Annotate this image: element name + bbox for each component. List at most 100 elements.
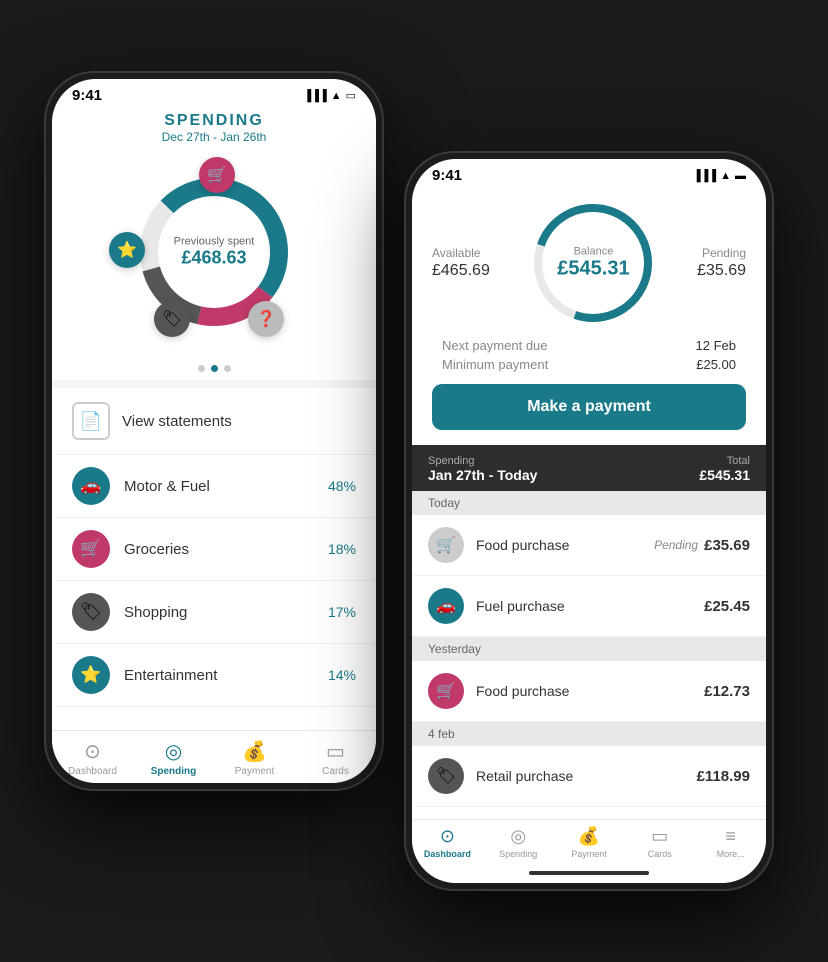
phone-spending: 9:41 ▐▐▐ ▲ ▭ SPENDING Dec 27th - Jan 26t… — [44, 71, 384, 791]
tx-retail-amount: £118.99 — [697, 768, 750, 785]
tab-bar-1: ⊙ Dashboard ◎ Spending 💰 Payment ▭ Cards — [52, 730, 376, 783]
donut-label: Previously spent — [174, 236, 255, 248]
tab-bar-2: ⊙ Dashboard ◎ Spending 💰 Payment ▭ Cards — [412, 819, 766, 863]
tab-cards-1[interactable]: ▭ Cards — [295, 739, 376, 777]
shopping-label: Shopping — [124, 604, 328, 621]
payment-tab-icon: 💰 — [242, 739, 267, 764]
donut-center: Previously spent £468.63 — [174, 236, 255, 269]
groceries-pct: 18% — [328, 541, 356, 557]
dot-3[interactable] — [224, 365, 231, 372]
tx-food-pending[interactable]: 🛒 Food purchase Pending £35.69 — [412, 515, 766, 576]
section-4feb: 4 feb — [412, 722, 766, 746]
min-payment-row: Minimum payment £25.00 — [442, 357, 736, 372]
pagination-dots — [52, 357, 376, 380]
balance-row: Available £465.69 Balance £545.31 — [432, 198, 746, 328]
cards-tab-label-2: Cards — [648, 849, 672, 859]
spending-header-band: Spending Jan 27th - Today Total £545.31 — [412, 445, 766, 491]
view-statements-row[interactable]: 📄 View statements — [52, 388, 376, 455]
dashboard-tab-label: Dashboard — [68, 766, 117, 777]
pending-label: Pending — [697, 246, 746, 260]
groceries-icon: 🛒 — [72, 530, 110, 568]
signal-icon-2: ▐▐▐ — [693, 170, 716, 182]
tx-food-pending-desc: Food purchase — [476, 537, 654, 553]
groceries-label: Groceries — [124, 541, 328, 558]
tx-retail[interactable]: 🏷 Retail purchase £118.99 — [412, 746, 766, 807]
entertainment-pct: 14% — [328, 667, 356, 683]
statements-icon: 📄 — [72, 402, 110, 440]
spending-tab-icon-2: ◎ — [510, 826, 526, 847]
shopping-pct: 17% — [328, 604, 356, 620]
section-yesterday: Yesterday — [412, 637, 766, 661]
donut-amount: £468.63 — [174, 248, 255, 269]
status-bar-2: 9:41 ▐▐▐ ▲ ▬ — [412, 159, 766, 188]
available-amount: £465.69 — [432, 262, 490, 280]
tab-cards-2[interactable]: ▭ Cards — [624, 826, 695, 859]
payment-tab-label-2: Payment — [571, 849, 607, 859]
battery-icon-2: ▬ — [735, 170, 746, 182]
tab-payment-2[interactable]: 💰 Payment — [554, 826, 625, 859]
spending-period-left: Spending Jan 27th - Today — [428, 455, 537, 483]
balance-section: Available £465.69 Balance £545.31 — [412, 188, 766, 445]
next-payment-date: 12 Feb — [696, 338, 736, 353]
tx-food-yesterday-amount: £12.73 — [704, 683, 750, 700]
category-groceries[interactable]: 🛒 Groceries 18% — [52, 518, 376, 581]
screen-subtitle: Dec 27th - Jan 26th — [52, 130, 376, 144]
category-list: 📄 View statements 🚗 Motor & Fuel 48% 🛒 G… — [52, 388, 376, 730]
cards-tab-icon: ▭ — [326, 739, 345, 764]
cards-tab-icon-2: ▭ — [651, 826, 668, 847]
wifi-icon-2: ▲ — [720, 170, 731, 182]
status-time-2: 9:41 — [432, 167, 462, 184]
tx-entertainment[interactable]: ⭐ Entertainment purchase £8.50 — [412, 807, 766, 819]
spending-tab-icon: ◎ — [165, 739, 182, 764]
cards-tab-label: Cards — [322, 766, 349, 777]
pending-amount: £35.69 — [697, 262, 746, 280]
tab-dashboard-1[interactable]: ⊙ Dashboard — [52, 739, 133, 777]
tx-food-pending-icon: 🛒 — [428, 527, 464, 563]
question-category-icon: ❓ — [248, 301, 284, 337]
dot-1[interactable] — [198, 365, 205, 372]
category-motor[interactable]: 🚗 Motor & Fuel 48% — [52, 455, 376, 518]
phones-container: 9:41 ▐▐▐ ▲ ▭ SPENDING Dec 27th - Jan 26t… — [24, 31, 804, 931]
more-tab-icon-2: ≡ — [725, 826, 736, 847]
dot-2[interactable] — [211, 365, 218, 372]
chart-area: 🛒 ⭐ 🏷 ❓ — [52, 152, 376, 357]
payment-tab-icon-2: 💰 — [578, 826, 600, 847]
home-bar — [529, 871, 649, 875]
tx-retail-icon: 🏷 — [428, 758, 464, 794]
spending-tab-label-2: Spending — [499, 849, 537, 859]
statements-label: View statements — [122, 413, 232, 430]
spending-date-range: Jan 27th - Today — [428, 467, 537, 483]
balance-label: Balance — [557, 246, 629, 258]
dashboard-tab-icon: ⊙ — [84, 739, 101, 764]
make-payment-button[interactable]: Make a payment — [432, 384, 746, 430]
tx-pending-badge: Pending — [654, 538, 698, 552]
spending-band-label: Spending — [428, 455, 537, 467]
spending-period-right: Total £545.31 — [699, 455, 750, 483]
tx-food-yesterday[interactable]: 🛒 Food purchase £12.73 — [412, 661, 766, 722]
category-entertainment[interactable]: ⭐ Entertainment 14% — [52, 644, 376, 707]
status-icons-1: ▐▐▐ ▲ ▭ — [303, 89, 356, 102]
tx-food-yesterday-icon: 🛒 — [428, 673, 464, 709]
tx-fuel[interactable]: 🚗 Fuel purchase £25.45 — [412, 576, 766, 637]
pending-section: Pending £35.69 — [697, 246, 746, 280]
screen-title: SPENDING — [52, 112, 376, 130]
category-shopping[interactable]: 🏷 Shopping 17% — [52, 581, 376, 644]
transactions-list: Today 🛒 Food purchase Pending £35.69 🚗 F… — [412, 491, 766, 819]
wifi-icon: ▲ — [331, 90, 342, 102]
tab-spending-2[interactable]: ◎ Spending — [483, 826, 554, 859]
tab-dashboard-2[interactable]: ⊙ Dashboard — [412, 826, 483, 859]
tx-food-yesterday-desc: Food purchase — [476, 683, 704, 699]
available-section: Available £465.69 — [432, 246, 490, 280]
entertainment-icon: ⭐ — [72, 656, 110, 694]
tx-fuel-amount: £25.45 — [704, 598, 750, 615]
tab-payment-1[interactable]: 💰 Payment — [214, 739, 295, 777]
tab-more-2[interactable]: ≡ More... — [695, 826, 766, 859]
tab-spending-1[interactable]: ◎ Spending — [133, 739, 214, 777]
tx-fuel-desc: Fuel purchase — [476, 598, 704, 614]
tx-food-pending-amount: £35.69 — [704, 537, 750, 554]
spending-header: SPENDING Dec 27th - Jan 26th — [52, 108, 376, 152]
signal-icon: ▐▐▐ — [303, 90, 326, 102]
spending-tab-label: Spending — [151, 766, 197, 777]
next-payment-row: Next payment due 12 Feb — [442, 338, 736, 353]
home-indicator — [412, 863, 766, 883]
